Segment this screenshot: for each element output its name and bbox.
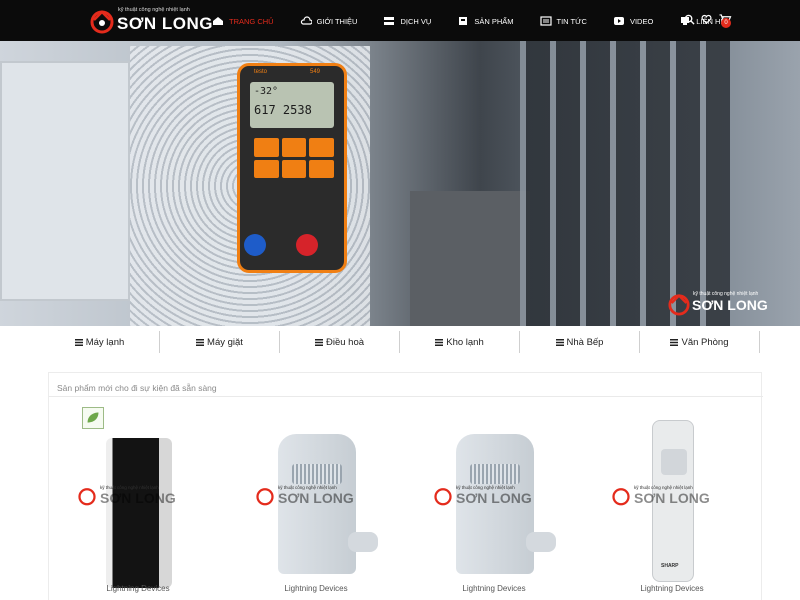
category-may-lanh[interactable]: Máy lạnh bbox=[40, 331, 160, 353]
logo-mark-icon bbox=[434, 488, 452, 506]
nav-item-news[interactable]: Tin tức bbox=[539, 16, 587, 26]
banner-pipes bbox=[520, 41, 730, 326]
gauge-model: 549 bbox=[310, 69, 321, 75]
news-icon bbox=[539, 16, 552, 26]
logo-mark-icon bbox=[90, 10, 114, 34]
home-icon bbox=[213, 17, 223, 25]
product-card[interactable]: SHARP kỹ thuật công nghệ nhiệt lạnh SƠN … bbox=[592, 404, 752, 600]
logo-mark-icon bbox=[256, 488, 274, 506]
category-label: Máy lạnh bbox=[85, 336, 125, 348]
list-icon bbox=[670, 338, 679, 346]
gauge-reading-bottom: 617 2538 bbox=[254, 103, 312, 117]
logo-mark-icon bbox=[78, 488, 96, 506]
banner-ac-unit bbox=[0, 61, 130, 301]
logo-mark-icon bbox=[612, 488, 630, 506]
remote-brand: SHARP bbox=[661, 563, 679, 569]
watermark-name: SƠN LONG bbox=[456, 490, 532, 506]
nav-item-products[interactable]: Sản phẩm bbox=[457, 16, 514, 26]
gauge-reading-top: -32° bbox=[254, 86, 279, 97]
nav-item-home[interactable]: Trang chủ bbox=[212, 16, 274, 26]
category-label: Nhà Bếp bbox=[566, 336, 604, 348]
watermark-name: SƠN LONG bbox=[100, 490, 176, 506]
category-label: Điều hoà bbox=[325, 336, 365, 348]
category-label: Kho lạnh bbox=[446, 336, 484, 348]
heart-icon[interactable] bbox=[701, 14, 712, 25]
nav-label: Video bbox=[629, 16, 654, 26]
logo-name: SƠN LONG bbox=[117, 14, 213, 33]
category-may-giat[interactable]: Máy giặt bbox=[160, 331, 280, 353]
gauge-keys bbox=[254, 138, 334, 178]
category-dieu-hoa[interactable]: Điều hoà bbox=[280, 331, 400, 353]
server-icon bbox=[384, 17, 395, 25]
gauge-screen: -32° 617 2538 bbox=[250, 82, 334, 128]
logo-mark-icon bbox=[668, 294, 690, 316]
category-label: Văn Phòng bbox=[681, 336, 729, 348]
watermark-logo: kỹ thuật công nghệ nhiệt lạnh SƠN LONG bbox=[434, 485, 554, 506]
nav-item-video[interactable]: Video bbox=[613, 16, 653, 26]
watermark-name: SƠN LONG bbox=[634, 490, 710, 506]
banner-insulation bbox=[410, 191, 530, 326]
watermark-name: SƠN LONG bbox=[278, 490, 354, 506]
main-nav: Trang chủ Giới thiệu Dịch vụ Sản phẩm Ti… bbox=[212, 13, 751, 29]
nav-item-about[interactable]: Giới thiệu bbox=[300, 16, 358, 26]
list-icon bbox=[555, 338, 564, 346]
banner-logo-name: SƠN LONG bbox=[692, 297, 768, 313]
product-name[interactable]: Lightning Devices bbox=[414, 584, 574, 593]
list-icon bbox=[74, 338, 83, 346]
nav-label: Trang chủ bbox=[229, 16, 274, 26]
nav-label: Giới thiệu bbox=[316, 16, 358, 26]
product-name[interactable]: Lightning Devices bbox=[592, 584, 752, 593]
list-icon bbox=[314, 338, 323, 346]
gauge-red-knob bbox=[296, 234, 318, 256]
cart-count-badge: 0 bbox=[721, 18, 731, 28]
watermark-logo: kỹ thuật công nghệ nhiệt lạnh SƠN LONG bbox=[78, 485, 198, 506]
nav-label: Dịch vụ bbox=[400, 16, 432, 26]
category-bar: Máy lạnh Máy giặt Điều hoà Kho lạnh Nhà … bbox=[40, 331, 760, 353]
watermark-logo: kỹ thuật công nghệ nhiệt lạnh SƠN LONG bbox=[612, 485, 732, 506]
product-name[interactable]: Lightning Devices bbox=[236, 584, 396, 593]
product-icon bbox=[459, 17, 468, 25]
search-icon[interactable] bbox=[684, 14, 695, 25]
logo-tagline: kỹ thuật công nghệ nhiệt lạnh bbox=[118, 7, 190, 13]
portable-ac-black bbox=[106, 438, 172, 588]
category-label: Máy giặt bbox=[207, 336, 243, 348]
category-kho-lanh[interactable]: Kho lạnh bbox=[400, 331, 520, 353]
section-title: Sản phẩm mới cho đi sự kiện đã sẵn sàng bbox=[57, 383, 217, 393]
product-card[interactable]: kỹ thuật công nghệ nhiệt lạnh SƠN LONG L… bbox=[236, 404, 396, 600]
product-card[interactable]: kỹ thuật công nghệ nhiệt lạnh SƠN LONG L… bbox=[58, 404, 218, 600]
gauge-blue-knob bbox=[244, 234, 266, 256]
hero-banner[interactable]: testo 549 -32° 617 2538 kỹ thuật công ng… bbox=[0, 41, 800, 326]
nav-label: Tin tức bbox=[556, 16, 587, 26]
cloud-icon bbox=[300, 16, 312, 25]
category-van-phong[interactable]: Văn Phòng bbox=[640, 331, 760, 353]
product-name[interactable]: Lightning Devices bbox=[58, 584, 218, 593]
top-navbar: kỹ thuật công nghệ nhiệt lạnh SƠN LONG T… bbox=[0, 0, 800, 41]
site-logo[interactable]: kỹ thuật công nghệ nhiệt lạnh SƠN LONG bbox=[90, 6, 212, 36]
nav-item-services[interactable]: Dịch vụ bbox=[383, 16, 431, 26]
header-tools: 0 bbox=[684, 14, 738, 28]
section-divider bbox=[49, 396, 763, 397]
product-card[interactable]: kỹ thuật công nghệ nhiệt lạnh SƠN LONG L… bbox=[414, 404, 574, 600]
banner-logo: kỹ thuật công nghệ nhiệt lạnh SƠN LONG bbox=[668, 291, 768, 317]
list-icon bbox=[435, 338, 444, 346]
gauge-brand: testo bbox=[254, 69, 268, 75]
list-icon bbox=[196, 338, 205, 346]
nav-label: Sản phẩm bbox=[474, 16, 514, 26]
banner-gauge: testo 549 -32° 617 2538 bbox=[237, 63, 347, 273]
category-nha-bep[interactable]: Nhà Bếp bbox=[520, 331, 640, 353]
watermark-logo: kỹ thuật công nghệ nhiệt lạnh SƠN LONG bbox=[256, 485, 376, 506]
video-icon bbox=[613, 17, 624, 25]
